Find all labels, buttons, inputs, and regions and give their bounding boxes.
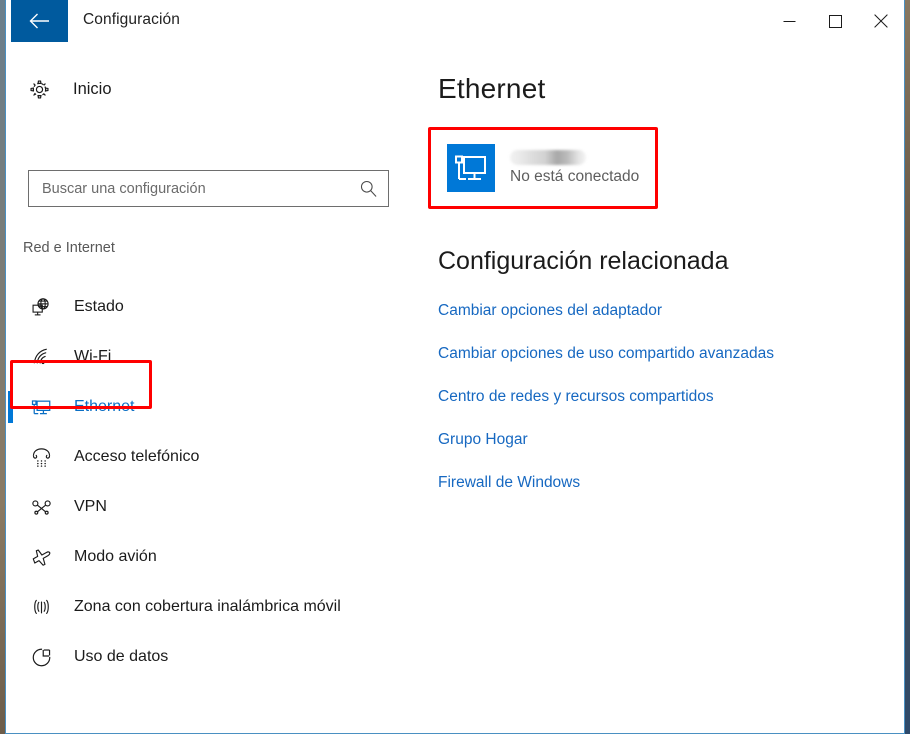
back-button[interactable] (11, 0, 68, 42)
sidebar-item-home[interactable]: Inicio (22, 72, 112, 106)
sidebar-item-vpn[interactable]: VPN (6, 482, 421, 532)
close-icon (874, 14, 888, 28)
link-firewall-windows[interactable]: Firewall de Windows (438, 474, 774, 492)
search-box[interactable] (28, 170, 389, 207)
sidebar-item-label: Zona con cobertura inalámbrica móvil (74, 598, 341, 615)
window-controls (766, 0, 904, 42)
link-cambiar-opciones-uso-compartido[interactable]: Cambiar opciones de uso compartido avanz… (438, 345, 774, 363)
sidebar-item-label: Ethernet (74, 398, 135, 415)
sidebar-nav-list: Estado Wi-Fi Ethernet Acceso telefónico … (6, 282, 421, 682)
ethernet-monitor-icon (24, 396, 58, 419)
minimize-icon (783, 20, 795, 22)
sidebar-section-label: Red e Internet (23, 240, 115, 256)
minimize-button[interactable] (766, 0, 812, 42)
sidebar-item-zona-cobertura[interactable]: Zona con cobertura inalámbrica móvil (6, 582, 421, 632)
sidebar-item-label: Acceso telefónico (74, 448, 200, 465)
settings-window: Configuración Inicio Buscar una configur… (5, 0, 905, 734)
search-input[interactable] (29, 171, 349, 206)
link-cambiar-opciones-adaptador[interactable]: Cambiar opciones del adaptador (438, 302, 774, 320)
ethernet-status-card[interactable]: No está conectado (441, 132, 663, 204)
ethernet-adapter-icon (447, 144, 495, 192)
ethernet-status-text: No está conectado (510, 168, 640, 185)
link-centro-redes-recursos[interactable]: Centro de redes y recursos compartidos (438, 388, 774, 406)
sidebar-item-ethernet[interactable]: Ethernet (6, 382, 421, 432)
maximize-button[interactable] (812, 0, 858, 42)
window-title: Configuración (83, 11, 180, 28)
back-arrow-icon (29, 13, 49, 29)
ethernet-card-texts: No está conectado (510, 150, 639, 186)
sidebar-item-estado[interactable]: Estado (6, 282, 421, 332)
search-icon (359, 179, 378, 203)
wifi-icon (24, 346, 58, 369)
sidebar-item-label: Estado (74, 298, 124, 315)
main-content: Ethernet No está conectado Configuración… (421, 42, 904, 733)
sidebar-home-label: Inicio (73, 79, 112, 98)
page-title: Ethernet (438, 73, 546, 104)
sidebar-item-acceso-telefonico[interactable]: Acceso telefónico (6, 432, 421, 482)
sidebar-item-modo-avion[interactable]: Modo avión (6, 532, 421, 582)
sidebar-item-label: Wi-Fi (74, 348, 112, 365)
selection-indicator (8, 391, 13, 423)
hotspot-icon (24, 596, 58, 619)
sidebar-item-label: Modo avión (74, 548, 157, 565)
data-usage-pie-icon (24, 646, 58, 669)
airplane-icon (24, 546, 58, 569)
close-button[interactable] (858, 0, 904, 42)
sidebar-item-label: VPN (74, 498, 107, 515)
gear-icon (22, 78, 56, 101)
dialup-phone-icon (24, 446, 58, 469)
sidebar-item-wifi[interactable]: Wi-Fi (6, 332, 421, 382)
vpn-key-icon (24, 496, 58, 519)
maximize-icon (828, 14, 842, 28)
adapter-name-redacted (510, 150, 586, 165)
title-bar: Configuración (6, 0, 904, 43)
sidebar-item-label: Uso de datos (74, 648, 169, 665)
related-settings-title: Configuración relacionada (438, 247, 729, 275)
link-grupo-hogar[interactable]: Grupo Hogar (438, 431, 774, 449)
sidebar: Inicio Red e Internet (6, 42, 421, 733)
sidebar-item-uso-de-datos[interactable]: Uso de datos (6, 632, 421, 682)
globe-monitor-icon (24, 296, 58, 319)
related-settings-links: Cambiar opciones del adaptador Cambiar o… (438, 302, 774, 517)
